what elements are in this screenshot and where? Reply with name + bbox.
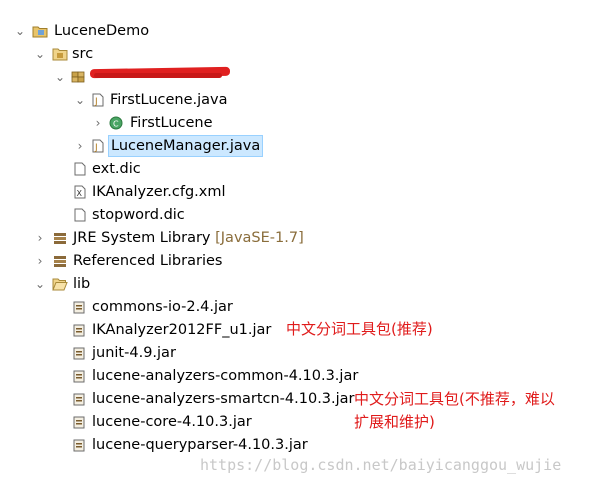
jar-label: junit-4.9.jar — [92, 345, 176, 361]
jar-icon — [73, 347, 85, 360]
ikanalyzer-cfg-label: IKAnalyzer.cfg.xml — [92, 184, 226, 200]
svg-text:J: J — [94, 143, 98, 153]
jar-label: lucene-analyzers-common-4.10.3.jar — [92, 368, 359, 384]
chevron-right-icon[interactable]: › — [74, 135, 86, 157]
jar-icon — [73, 370, 85, 383]
jar-icon — [73, 393, 85, 406]
chevron-down-icon[interactable]: ⌄ — [74, 89, 86, 111]
smartcn-annotation-line2: 扩展和维护) — [354, 413, 435, 431]
chevron-down-icon[interactable]: ⌄ — [14, 20, 26, 42]
jre-library-version: [JavaSE-1.7] — [215, 230, 304, 246]
smartcn-annotation-line1: 中文分词工具包(不推荐，难以 — [354, 390, 555, 408]
chevron-down-icon[interactable]: ⌄ — [34, 273, 46, 295]
ext-dic-label: ext.dic — [92, 161, 141, 177]
redaction-mark — [94, 73, 222, 78]
referenced-libraries-label: Referenced Libraries — [73, 253, 223, 269]
library-icon — [54, 256, 66, 267]
firstlucene-class-label: FirstLucene — [130, 115, 213, 131]
jar-label: lucene-analyzers-smartcn-4.10.3.jar — [92, 391, 355, 407]
java-file-icon: J — [92, 93, 104, 107]
watermark: https://blog.csdn.net/baiyicanggou_wujie — [200, 456, 562, 474]
jar-label: IKAnalyzer2012FF_u1.jar — [92, 322, 272, 338]
chevron-right-icon[interactable]: › — [34, 227, 46, 249]
lib-label: lib — [73, 276, 91, 292]
ik-annotation: 中文分词工具包(推荐) — [286, 320, 433, 338]
package-icon — [71, 71, 85, 83]
jar-icon — [73, 439, 85, 452]
file-icon — [74, 162, 86, 176]
src-label: src — [72, 46, 94, 62]
jar-icon — [73, 416, 85, 429]
open-folder-icon — [52, 278, 68, 291]
chevron-right-icon[interactable]: › — [34, 250, 46, 272]
project-label: LuceneDemo — [54, 23, 150, 39]
jar-label: commons-io-2.4.jar — [92, 299, 233, 315]
jar-icon — [73, 324, 85, 337]
chevron-down-icon[interactable]: ⌄ — [34, 43, 46, 65]
jre-library-label: JRE System Library [JavaSE-1.7] — [73, 227, 304, 249]
firstlucene-java-label: FirstLucene.java — [110, 92, 228, 108]
project-icon — [32, 26, 48, 38]
svg-text:C: C — [113, 120, 119, 129]
jar-label: lucene-queryparser-4.10.3.jar — [92, 437, 308, 453]
chevron-right-icon[interactable]: › — [92, 112, 104, 134]
jar-label: lucene-core-4.10.3.jar — [92, 414, 252, 430]
chevron-down-icon[interactable]: ⌄ — [54, 66, 66, 88]
jar-icon — [73, 301, 85, 314]
class-icon: C — [109, 116, 123, 130]
svg-text:J: J — [94, 97, 98, 107]
library-icon — [54, 233, 66, 244]
file-icon — [74, 208, 86, 222]
java-file-icon: J — [92, 139, 104, 153]
lucenemanager-java-label: LuceneManager.java — [108, 135, 264, 157]
stopword-dic-label: stopword.dic — [92, 207, 185, 223]
jre-library-name: JRE System Library — [73, 230, 211, 246]
source-folder-icon — [52, 48, 68, 61]
svg-text:X: X — [77, 189, 83, 198]
xml-file-icon: X — [74, 185, 86, 199]
